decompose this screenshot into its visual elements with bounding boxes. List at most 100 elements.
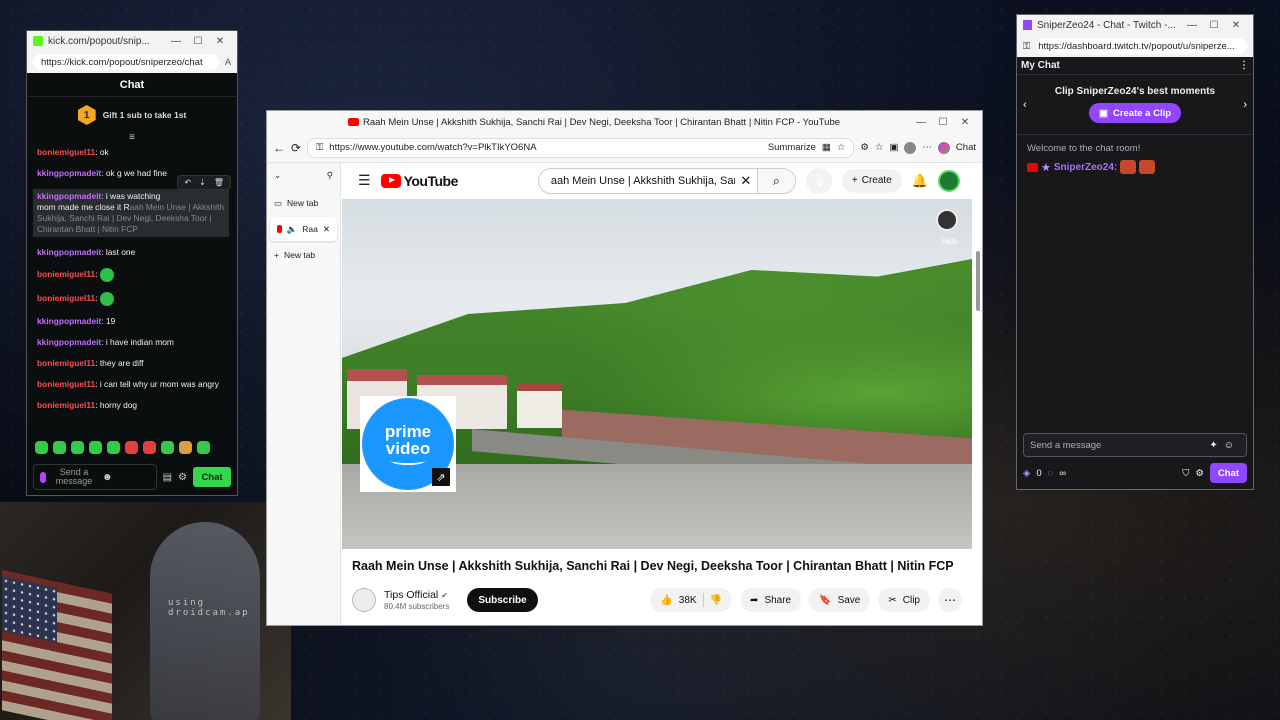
kick-titlebar[interactable]: kick.com/popout/snip... — ☐ ✕ bbox=[27, 31, 237, 51]
account-avatar[interactable] bbox=[937, 169, 960, 192]
more-menu-icon[interactable]: ⋯ bbox=[922, 142, 932, 153]
chat-username[interactable]: kkingpopmadeit bbox=[37, 168, 101, 178]
back-icon[interactable]: ← bbox=[273, 141, 285, 155]
reply-icon[interactable]: ↶ bbox=[184, 177, 191, 188]
twitch-url[interactable]: https://dashboard.twitch.tv/popout/u/sni… bbox=[1036, 38, 1247, 54]
expand-pinned-icon[interactable]: ≡ bbox=[27, 133, 237, 143]
collapse-chevron-icon[interactable]: ⌄ bbox=[274, 170, 281, 181]
maximize-button[interactable]: ☐ bbox=[932, 117, 954, 128]
clip-button[interactable]: ✂ Clip bbox=[878, 588, 930, 612]
emote-icon[interactable] bbox=[197, 441, 210, 454]
save-button[interactable]: 🔖 Save bbox=[809, 588, 871, 612]
emote-picker-icon[interactable]: ☺ bbox=[1224, 440, 1240, 451]
message-actions[interactable]: ↶ ⇣ 🗑 bbox=[177, 175, 231, 190]
pin-icon[interactable]: ⇣ bbox=[199, 177, 206, 188]
tab-youtube[interactable]: 🔈 Raa ✕ bbox=[270, 217, 337, 241]
emote-icon[interactable] bbox=[125, 441, 138, 454]
chat-settings-icon[interactable]: ⋮ bbox=[1239, 60, 1249, 71]
collections-icon[interactable]: ▣ bbox=[889, 142, 898, 153]
channel-watermark[interactable]: Hide bbox=[936, 209, 958, 248]
edge-titlebar[interactable]: Raah Mein Unse | Akkshith Sukhija, Sanch… bbox=[267, 111, 982, 133]
speaker-icon[interactable]: 🔈 bbox=[287, 224, 298, 235]
chat-username[interactable]: boniemiguel11 bbox=[37, 147, 95, 157]
kick-url[interactable]: https://kick.com/popout/sniperzeo/chat bbox=[33, 54, 219, 70]
tabs-collapse-row[interactable]: ⌄ ⚲ bbox=[267, 163, 340, 187]
more-actions-icon[interactable]: ⋯ bbox=[938, 588, 962, 612]
hamburger-menu-icon[interactable]: ☰ bbox=[358, 172, 371, 189]
minimize-button[interactable]: — bbox=[165, 36, 187, 47]
settings-gear-icon[interactable]: ⚙ bbox=[178, 472, 187, 483]
close-button[interactable]: ✕ bbox=[954, 117, 976, 128]
kick-message-input[interactable]: Send a message ☻ bbox=[33, 464, 157, 490]
shield-icon[interactable]: ⛉ bbox=[1182, 468, 1189, 479]
maximize-button[interactable]: ☐ bbox=[1203, 20, 1225, 31]
emote-icon[interactable] bbox=[143, 441, 156, 454]
chat-username[interactable]: boniemiguel11 bbox=[37, 400, 95, 410]
mic-icon[interactable] bbox=[40, 471, 46, 483]
thumbs-down-icon[interactable]: 👎 bbox=[710, 595, 722, 606]
next-arrow-icon[interactable]: › bbox=[1243, 99, 1247, 111]
copilot-chat-label[interactable]: Chat bbox=[956, 142, 976, 153]
page-scrollbar[interactable] bbox=[976, 251, 980, 311]
channel-name[interactable]: Tips Official ✔ bbox=[384, 589, 449, 602]
create-button[interactable]: + Create bbox=[841, 168, 902, 193]
twitch-titlebar[interactable]: SniperZeo24 - Chat - Twitch -... — ☐ ✕ bbox=[1017, 15, 1253, 35]
video-player[interactable]: Hide prime video ⇗ bbox=[342, 199, 972, 549]
site-info-icon[interactable]: ⚿ bbox=[1023, 41, 1030, 52]
new-tab-button[interactable]: + New tab bbox=[267, 243, 340, 267]
input-tools[interactable]: ✦☺ bbox=[1209, 440, 1240, 451]
read-aloud-icon[interactable]: A bbox=[225, 57, 231, 67]
edge-url[interactable]: ⚿ https://www.youtube.com/watch?v=PlkTIk… bbox=[307, 137, 855, 158]
notifications-bell-icon[interactable]: 🔔 bbox=[912, 173, 928, 189]
twitch-message-input[interactable]: Send a message ✦☺ bbox=[1023, 433, 1247, 457]
kick-address-bar[interactable]: https://kick.com/popout/sniperzeo/chat A bbox=[27, 51, 237, 73]
chat-username[interactable]: SniperZeo24: bbox=[1054, 162, 1117, 173]
emote-icon[interactable] bbox=[53, 441, 66, 454]
chat-username[interactable]: boniemiguel11 bbox=[37, 379, 95, 389]
hide-label[interactable]: Hide bbox=[942, 237, 958, 246]
minimize-button[interactable]: — bbox=[910, 117, 932, 128]
chat-username[interactable]: kkingpopmadeit bbox=[37, 247, 101, 257]
share-button[interactable]: ➦ Share bbox=[740, 588, 802, 612]
emote-icon[interactable] bbox=[107, 441, 120, 454]
chat-username[interactable]: boniemiguel11 bbox=[37, 358, 95, 368]
extensions-icon[interactable]: ⚙ bbox=[860, 142, 869, 153]
emote-icon[interactable] bbox=[71, 441, 84, 454]
kick-composer[interactable]: Send a message ☻ ▤ ⚙ Chat bbox=[33, 463, 231, 491]
refresh-icon[interactable]: ⟳ bbox=[291, 141, 301, 155]
prime-video-overlay[interactable]: prime video ⇗ bbox=[360, 396, 456, 492]
tab-new-tab[interactable]: ▭ New tab bbox=[267, 191, 340, 215]
chat-username[interactable]: kkingpopmadeit bbox=[37, 337, 101, 347]
maximize-button[interactable]: ☐ bbox=[187, 36, 209, 47]
emote-icon[interactable] bbox=[35, 441, 48, 454]
chat-username[interactable]: kkingpopmadeit bbox=[37, 191, 101, 201]
kick-send-button[interactable]: Chat bbox=[193, 467, 231, 487]
chat-username[interactable]: boniemiguel11 bbox=[37, 293, 95, 303]
twitch-send-button[interactable]: Chat bbox=[1209, 463, 1247, 483]
search-input[interactable]: aah Mein Unse | Akkshith Sukhija, Sanchi… bbox=[539, 175, 735, 187]
favorites-icon[interactable]: ☆ bbox=[875, 142, 884, 153]
search-button[interactable]: ⌕ bbox=[756, 168, 795, 193]
emote-icon[interactable] bbox=[89, 441, 102, 454]
tab-close-icon[interactable]: ✕ bbox=[323, 224, 330, 235]
edge-address-bar[interactable]: ← ⟳ ⚿ https://www.youtube.com/watch?v=Pl… bbox=[267, 133, 982, 163]
gift-sub-banner[interactable]: 1 Gift 1 sub to take 1st bbox=[27, 97, 237, 133]
twitch-address-bar[interactable]: ⚿ https://dashboard.twitch.tv/popout/u/s… bbox=[1017, 35, 1253, 57]
youtube-logo[interactable]: YouTube bbox=[380, 173, 458, 189]
subscribe-button[interactable]: Subscribe bbox=[467, 588, 538, 612]
channel-points-icon[interactable]: ◈ bbox=[1023, 468, 1030, 479]
summarize-button[interactable]: Summarize bbox=[768, 142, 816, 153]
create-clip-button[interactable]: ▣ Create a Clip bbox=[1088, 103, 1182, 123]
profile-icon[interactable] bbox=[904, 141, 917, 154]
like-dislike-group[interactable]: 👍 38K 👎 bbox=[650, 588, 733, 612]
minimize-button[interactable]: — bbox=[1181, 20, 1203, 31]
emote-icon[interactable] bbox=[179, 441, 192, 454]
emote-icon[interactable] bbox=[161, 441, 174, 454]
hype-icon[interactable]: ◌ bbox=[1048, 468, 1054, 479]
close-button[interactable]: ✕ bbox=[1225, 20, 1247, 31]
clear-search-icon[interactable]: ✕ bbox=[735, 173, 757, 189]
youtube-search-box[interactable]: aah Mein Unse | Akkshith Sukhija, Sanchi… bbox=[537, 167, 796, 194]
copilot-icon[interactable] bbox=[937, 141, 950, 154]
store-icon[interactable]: ▤ bbox=[163, 472, 172, 483]
favorite-star-icon[interactable]: ☆ bbox=[837, 142, 846, 153]
